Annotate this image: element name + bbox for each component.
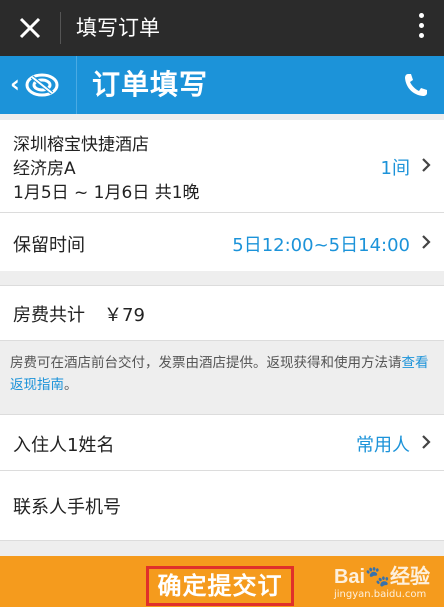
guest-name-label: 入住人1姓名: [13, 435, 115, 456]
fee-amount: ￥79: [104, 305, 145, 326]
submit-bar: 确定提交订单 Bai🐾经验 jingyan.baidu.com: [0, 556, 444, 607]
page-title: 订单填写: [92, 68, 209, 101]
contact-phone-row[interactable]: 联系人手机号: [0, 471, 444, 541]
wechat-page-title: 填写订单: [76, 16, 160, 40]
chevron-right-icon: [422, 235, 431, 249]
chevron-right-icon: [422, 435, 431, 449]
watermark-url: jingyan.baidu.com: [333, 589, 427, 600]
stay-dates: 1月5日 ~ 1月6日 共1晚: [13, 183, 200, 203]
contact-phone-label: 联系人手机号: [13, 497, 121, 518]
frequent-guests-link[interactable]: 常用人: [356, 431, 410, 457]
submit-order-button[interactable]: 确定提交订单: [146, 566, 294, 607]
payment-notice: 房费可在酒店前台交付，发票由酒店提供。返现获得和使用方法请查看返现指南。: [10, 352, 438, 396]
guest-name-row[interactable]: 入住人1姓名 常用人: [0, 414, 444, 470]
room-count[interactable]: 1间: [381, 154, 410, 180]
hold-time-value[interactable]: 5日12:00~5日14:00: [232, 231, 410, 257]
phone-icon[interactable]: [402, 71, 430, 99]
header-divider: [76, 56, 77, 114]
room-type: 经济房A: [13, 159, 76, 179]
back-button[interactable]: ‹: [0, 56, 76, 114]
hotel-info-card[interactable]: 深圳榕宝快捷酒店 经济房A 1月5日 ~ 1月6日 共1晚 1间: [0, 120, 444, 212]
hotel-name: 深圳榕宝快捷酒店: [13, 135, 149, 155]
notice-text: 房费可在酒店前台交付，发票由酒店提供。返现获得和使用方法请: [10, 355, 402, 371]
hold-time-label: 保留时间: [13, 235, 85, 256]
fee-label: 房费共计: [13, 305, 85, 326]
app-header: ‹ 订单填写: [0, 56, 444, 114]
hold-time-row[interactable]: 保留时间 5日12:00~5日14:00: [0, 213, 444, 271]
fee-card: 房费共计 ￥79: [0, 285, 444, 341]
wechat-title-bar: 填写订单: [0, 0, 444, 56]
notice-tail: 。: [64, 377, 78, 393]
app-logo-icon: [25, 73, 59, 97]
close-icon[interactable]: [14, 12, 46, 44]
baidu-jingyan-watermark: Bai🐾经验 jingyan.baidu.com: [334, 560, 430, 600]
more-vertical-icon[interactable]: [416, 13, 426, 43]
chevron-left-icon: ‹: [10, 70, 20, 98]
chevron-right-icon: [422, 158, 431, 172]
title-divider: [60, 12, 61, 44]
contact-phone-field[interactable]: [150, 489, 280, 519]
watermark-logo: Bai🐾经验: [333, 566, 430, 588]
